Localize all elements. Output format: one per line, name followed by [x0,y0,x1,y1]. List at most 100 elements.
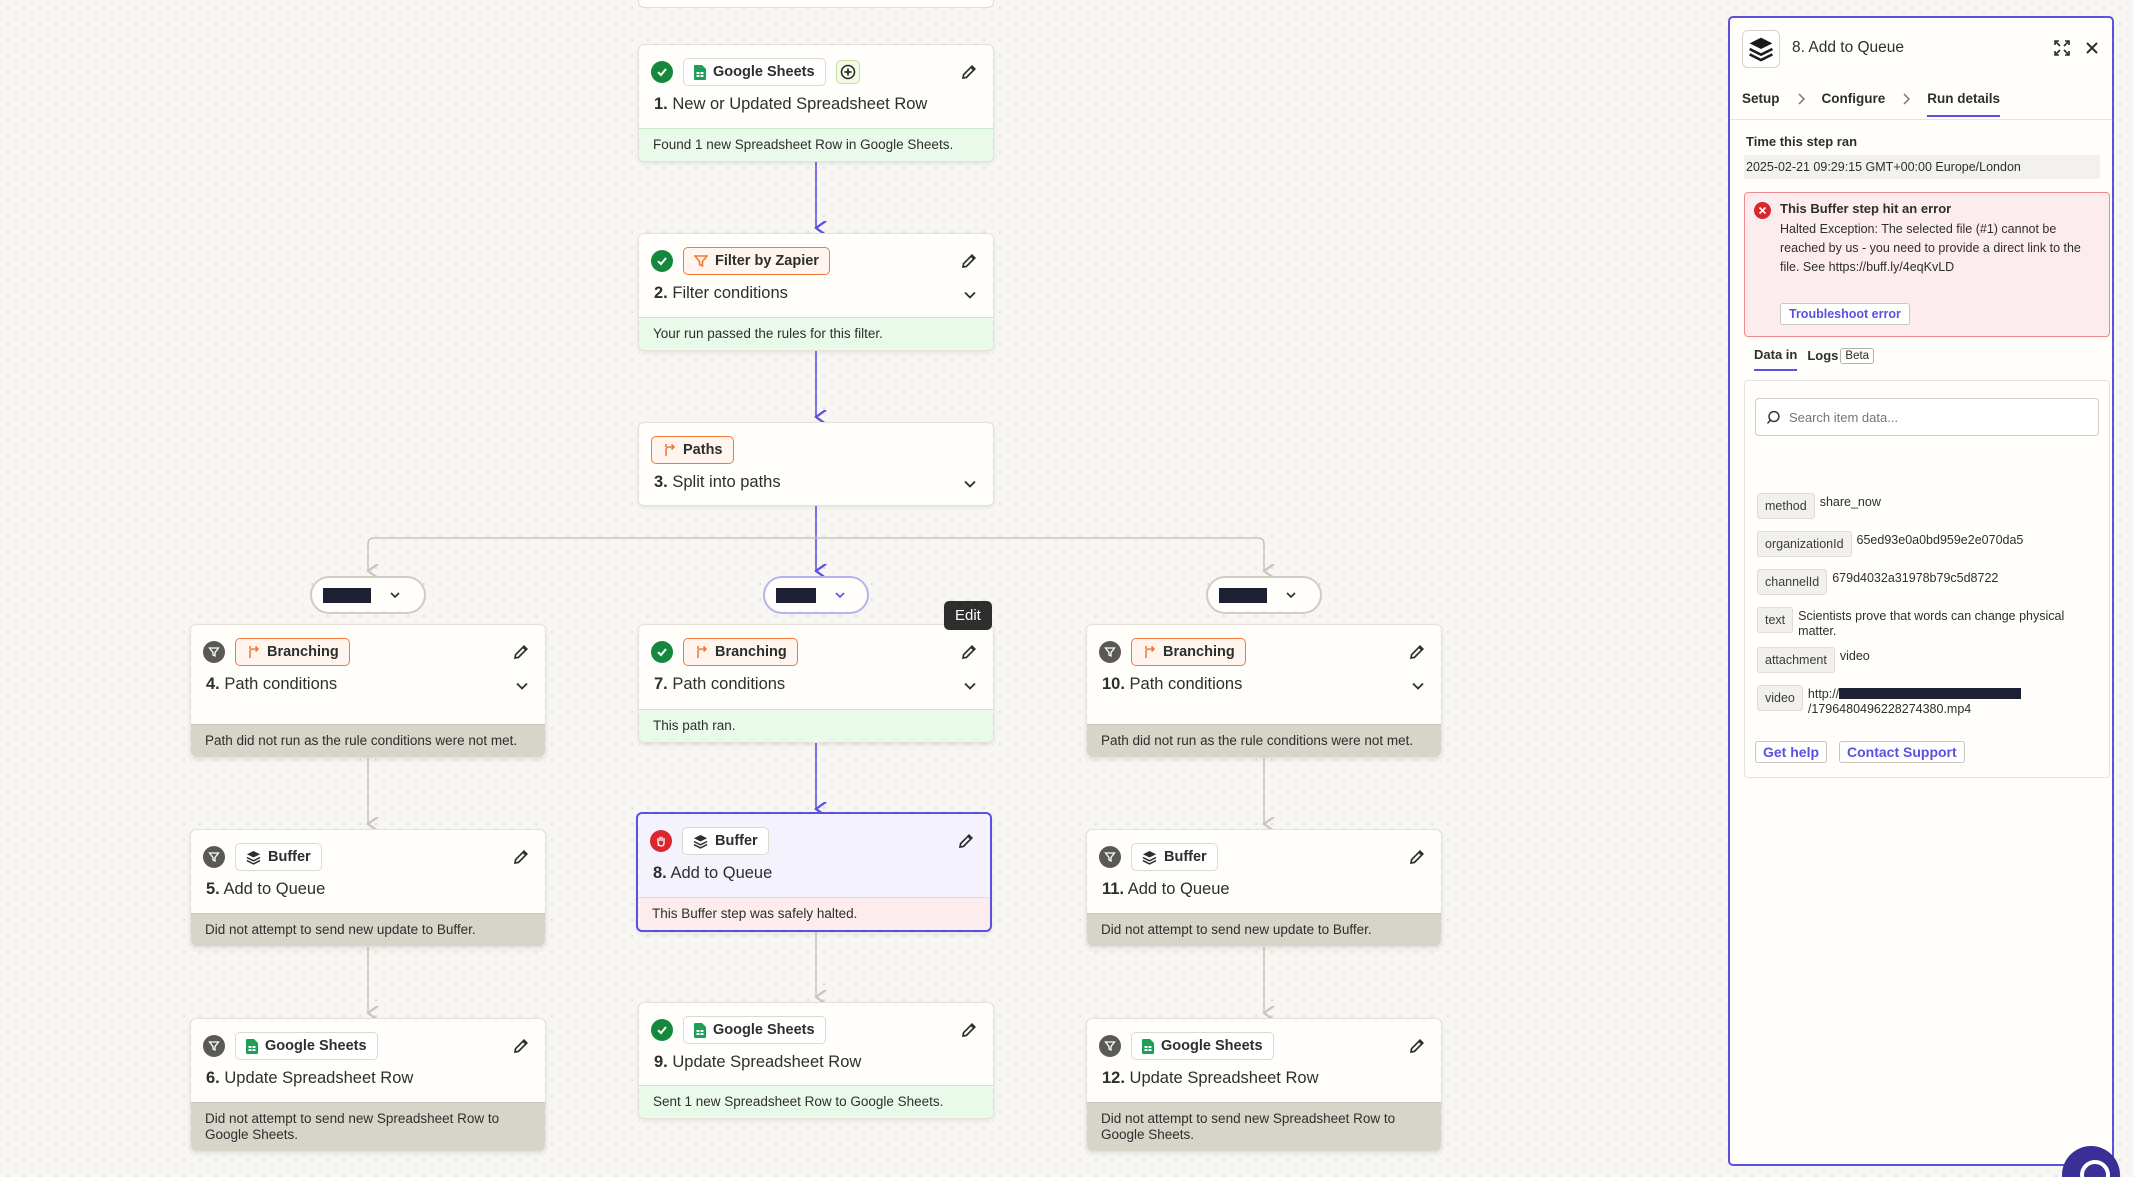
app-chip-branching: Branching [1131,638,1246,666]
path-c-selector[interactable] [1206,576,1322,614]
zap-canvas[interactable]: Google Sheets 1. New or Updated Spreadsh… [0,0,1720,1177]
step-9-card[interactable]: Google Sheets 9. Update Spreadsheet Row … [638,1002,994,1119]
step-status: Found 1 new Spreadsheet Row in Google Sh… [639,128,993,161]
error-x-icon [1754,202,1771,219]
success-check-icon [651,1019,673,1041]
step-status: Did not attempt to send new update to Bu… [191,913,545,946]
google-sheets-icon [694,64,706,80]
get-help-button[interactable]: Get help [1755,741,1828,763]
step-details-panel: 8. Add to Queue Setup Configure Run deta… [1728,16,2114,1166]
buffer-icon [1142,850,1157,865]
data-key[interactable]: video [1757,685,1803,711]
step-title: 9. Update Spreadsheet Row [654,1053,862,1071]
skipped-filter-icon [203,641,225,663]
success-check-icon [651,250,673,272]
step-title: 5. Add to Queue [206,880,326,898]
edit-pencil-icon[interactable] [959,642,979,662]
data-row: method share_now [1757,493,2102,519]
skipped-filter-icon [1099,1035,1121,1057]
path-a-selector[interactable] [310,576,426,614]
search-box[interactable] [1755,398,2099,436]
panel-tabs: Setup Configure Run details [1730,86,2112,120]
step-6-card[interactable]: Google Sheets 6. Update Spreadsheet Row … [190,1018,546,1152]
path-b-selector[interactable] [763,576,869,614]
chevron-down-icon[interactable] [961,286,979,304]
edit-pencil-icon[interactable] [511,642,531,662]
edit-pencil-icon[interactable] [511,847,531,867]
data-row: attachment video [1757,647,2102,673]
step-status: Did not attempt to send new update to Bu… [1087,913,1441,946]
buffer-icon [1749,37,1773,62]
chevron-down-icon[interactable] [961,677,979,695]
step-11-card[interactable]: Buffer 11. Add to Queue Did not attempt … [1086,829,1442,947]
data-key[interactable]: organizationId [1757,531,1852,557]
chevron-down-icon[interactable] [1409,677,1427,695]
edit-pencil-icon[interactable] [1407,642,1427,662]
app-chip-google-sheets: Google Sheets [683,1016,826,1044]
search-input[interactable] [1788,409,2088,425]
step-status: Your run passed the rules for this filte… [639,317,993,350]
edit-pencil-icon[interactable] [956,831,976,851]
app-chip-branching: Branching [235,638,350,666]
app-chip-buffer: Buffer [1131,843,1218,871]
step-title: 1. New or Updated Spreadsheet Row [654,95,928,113]
step-10-card[interactable]: Branching 10. Path conditions Path did n… [1086,624,1442,758]
step-3-card[interactable]: Paths 3. Split into paths [638,422,994,506]
data-value: http:///1796480496228274380.mp4 [1808,685,2102,717]
filter-icon [694,255,708,268]
data-key[interactable]: channelId [1757,569,1828,595]
data-key[interactable]: attachment [1757,647,1835,673]
edit-tooltip: Edit [944,601,992,630]
tab-configure[interactable]: Configure [1822,86,1886,115]
step-status: Path did not run as the rule conditions … [191,724,545,757]
skipped-filter-icon [203,1035,225,1057]
troubleshoot-error-button[interactable]: Troubleshoot error [1780,303,1910,325]
data-row: organizationId 65ed93e0a0bd959e2e070da5 [1757,531,2102,557]
buffer-icon [693,834,708,849]
data-value: 679d4032a31978b79c5d8722 [1832,571,1999,585]
app-chip-google-sheets: Google Sheets [235,1032,378,1060]
skipped-filter-icon [203,846,225,868]
edit-pencil-icon[interactable] [959,62,979,82]
app-chip-google-sheets: Google Sheets [683,58,826,86]
tab-setup[interactable]: Setup [1742,86,1780,115]
close-icon[interactable] [2082,38,2102,58]
plus-circle-icon [840,64,855,80]
data-subtabs: Data in Logs Beta [1744,345,2102,373]
chevron-down-icon[interactable] [961,475,979,493]
app-chip-buffer: Buffer [235,843,322,871]
paths-icon [249,645,260,658]
skipped-filter-icon [1099,846,1121,868]
step-5-card[interactable]: Buffer 5. Add to Queue Did not attempt t… [190,829,546,947]
tab-logs[interactable]: Logs [1807,348,1838,370]
data-key[interactable]: method [1757,493,1815,519]
step-12-card[interactable]: Google Sheets 12. Update Spreadsheet Row… [1086,1018,1442,1152]
step-title: 8. Add to Queue [653,864,773,882]
step-8-card[interactable]: Buffer 8. Add to Queue This Buffer step … [636,812,992,932]
step-2-card[interactable]: Filter by Zapier 2. Filter conditions Yo… [638,233,994,351]
add-step-button[interactable] [835,60,860,84]
data-key[interactable]: text [1757,607,1794,633]
edit-pencil-icon[interactable] [1407,847,1427,867]
step-title: 7. Path conditions [654,675,786,693]
redacted-path-name [775,586,817,604]
expand-icon[interactable] [2052,38,2072,58]
step-4-card[interactable]: Branching 4. Path conditions Path did no… [190,624,546,758]
redacted-path-name [322,586,372,604]
edit-pencil-icon[interactable] [959,251,979,271]
edit-pencil-icon[interactable] [511,1036,531,1056]
edit-pencil-icon[interactable] [1407,1036,1427,1056]
step-status: This Buffer step was safely halted. [638,897,990,930]
step-title: 12. Update Spreadsheet Row [1102,1069,1319,1087]
google-sheets-icon [694,1022,706,1038]
tab-run-details[interactable]: Run details [1927,86,2001,117]
step-status: Did not attempt to send new Spreadsheet … [191,1102,545,1151]
step-1-card[interactable]: Google Sheets 1. New or Updated Spreadsh… [638,44,994,162]
edit-pencil-icon[interactable] [959,1020,979,1040]
buffer-icon [246,850,261,865]
contact-support-button[interactable]: Contact Support [1839,741,1965,763]
step-7-card[interactable]: Branching 7. Path conditions This path r… [638,624,994,743]
chevron-down-icon[interactable] [513,677,531,695]
app-chip-filter: Filter by Zapier [683,247,830,275]
tab-data-in[interactable]: Data in [1754,347,1798,371]
